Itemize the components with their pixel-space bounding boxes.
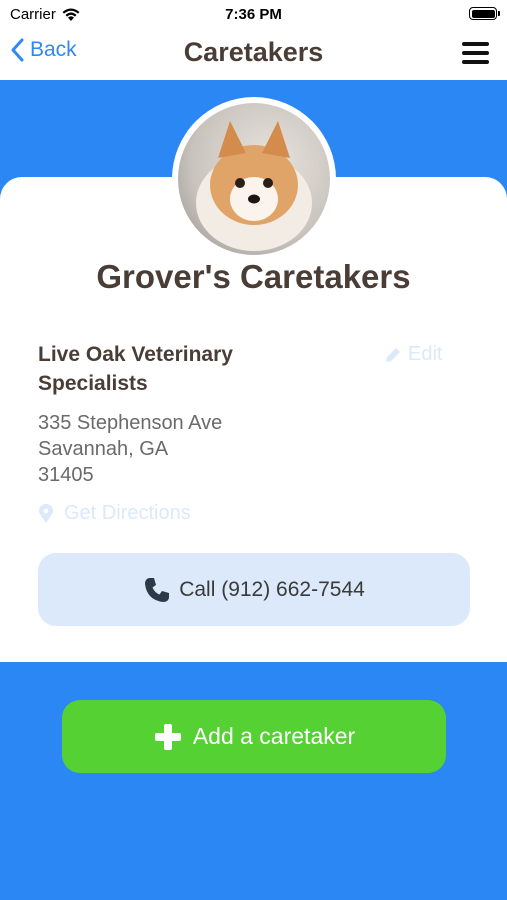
get-directions-link[interactable]: Get Directions xyxy=(38,502,191,525)
status-time: 7:36 PM xyxy=(225,6,282,23)
call-button[interactable]: Call (912) 662-7544 xyxy=(38,553,470,626)
page-title: Grover's Caretakers xyxy=(96,258,411,295)
address-line-3: 31405 xyxy=(38,464,94,486)
call-label: Call (912) 662-7544 xyxy=(179,577,365,601)
status-bar: Carrier 7:36 PM xyxy=(0,0,507,28)
edit-label: Edit xyxy=(408,343,443,365)
map-pin-icon xyxy=(39,503,53,523)
plus-icon xyxy=(154,723,181,750)
caretaker-address: 335 Stephenson Ave Savannah, GA 31405 xyxy=(38,410,222,488)
page-header-title: Caretakers xyxy=(183,37,324,67)
address-line-2: Savannah, GA xyxy=(38,438,169,460)
navigation-bar: Back Caretakers xyxy=(0,28,507,80)
edit-button[interactable]: Edit xyxy=(384,343,442,366)
battery-icon xyxy=(469,7,500,20)
directions-label: Get Directions xyxy=(64,502,191,524)
hamburger-menu-icon[interactable] xyxy=(462,42,489,64)
phone-icon xyxy=(145,577,170,602)
caretaker-name: Live Oak Veterinary Specialists xyxy=(38,343,233,395)
avatar xyxy=(172,97,336,261)
add-caretaker-label: Add a caretaker xyxy=(192,723,356,749)
dog-photo xyxy=(178,103,330,255)
footer-background xyxy=(0,662,507,900)
address-line-1: 335 Stephenson Ave xyxy=(38,412,223,434)
add-caretaker-button[interactable]: Add a caretaker xyxy=(62,700,446,773)
pencil-icon xyxy=(386,347,400,362)
